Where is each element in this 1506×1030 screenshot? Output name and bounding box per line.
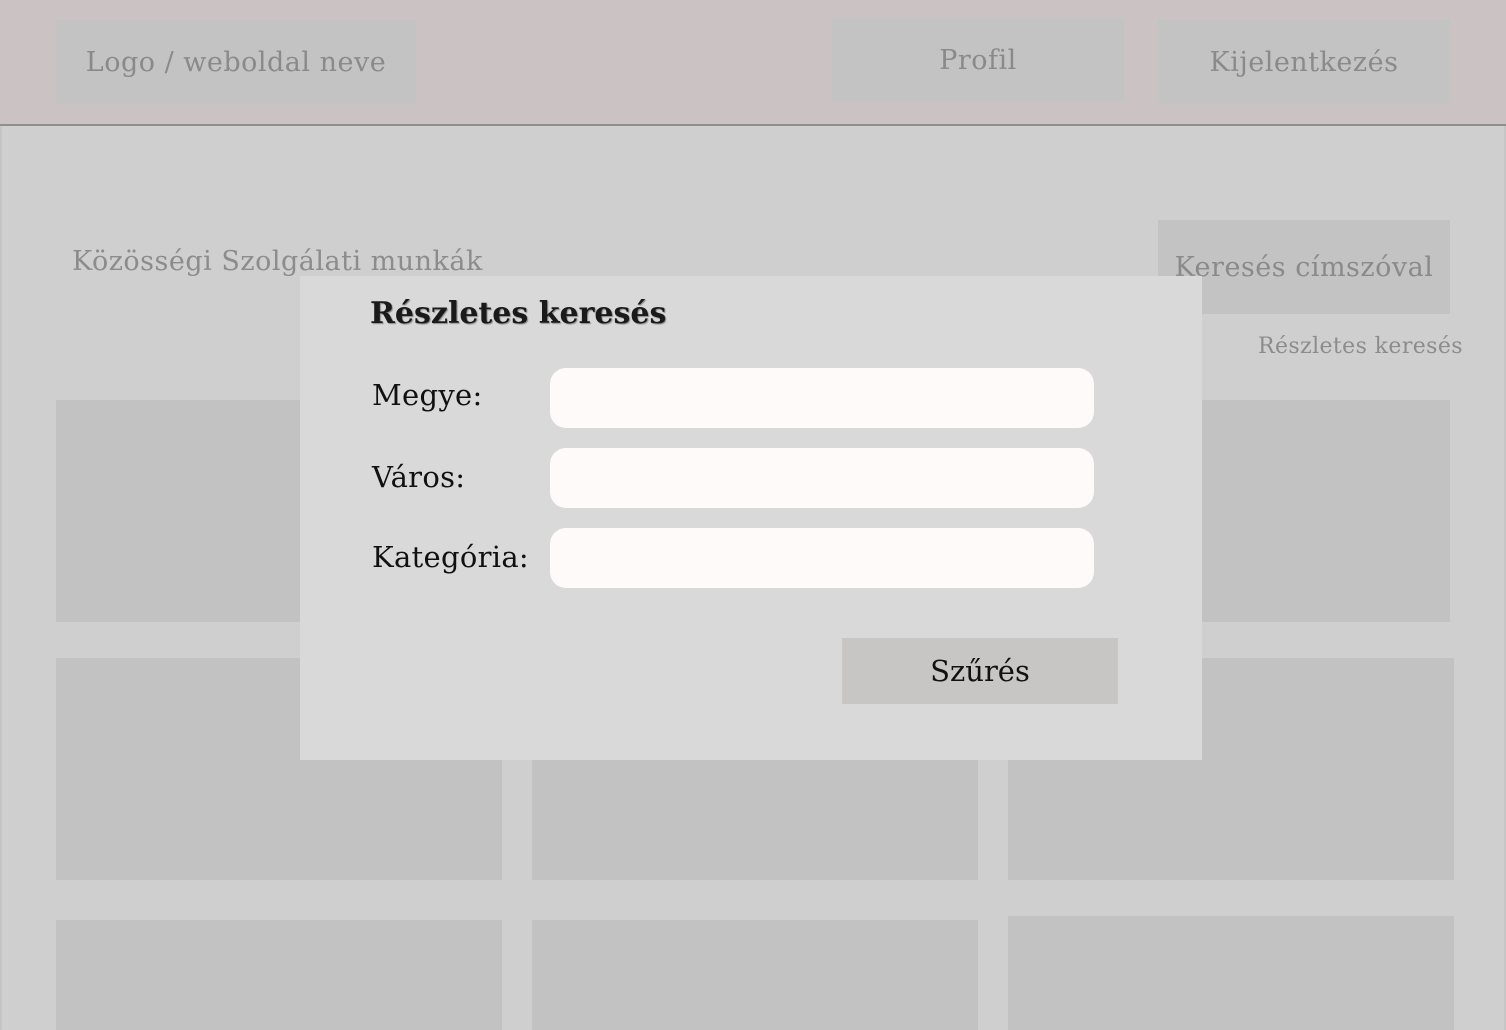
category-label: Kategória: (372, 540, 529, 574)
profile-button-label: Profil (939, 44, 1017, 76)
filter-button[interactable]: Szűrés (842, 638, 1118, 704)
category-input[interactable] (550, 528, 1094, 588)
site-logo-text: Logo / weboldal neve (85, 46, 387, 78)
top-header: Logo / weboldal neve Profil Kijelentkezé… (0, 0, 1506, 126)
logout-button-label: Kijelentkezés (1209, 46, 1399, 78)
city-input[interactable] (550, 448, 1094, 508)
city-label: Város: (372, 460, 466, 494)
job-card[interactable] (56, 920, 502, 1030)
county-label: Megye: (372, 378, 483, 412)
job-card[interactable] (1008, 916, 1454, 1030)
keyword-search-label: Keresés címszóval (1174, 251, 1434, 283)
advanced-search-link[interactable]: Részletes keresés (1258, 334, 1463, 359)
site-logo[interactable]: Logo / weboldal neve (56, 20, 416, 104)
advanced-search-modal: Részletes keresés Megye: Város: Kategóri… (300, 276, 1202, 760)
profile-button[interactable]: Profil (832, 18, 1124, 102)
county-input[interactable] (550, 368, 1094, 428)
modal-title: Részletes keresés (370, 296, 667, 331)
page-title: Közösségi Szolgálati munkák (72, 246, 483, 277)
job-card[interactable] (532, 920, 978, 1030)
logout-button[interactable]: Kijelentkezés (1158, 20, 1450, 104)
